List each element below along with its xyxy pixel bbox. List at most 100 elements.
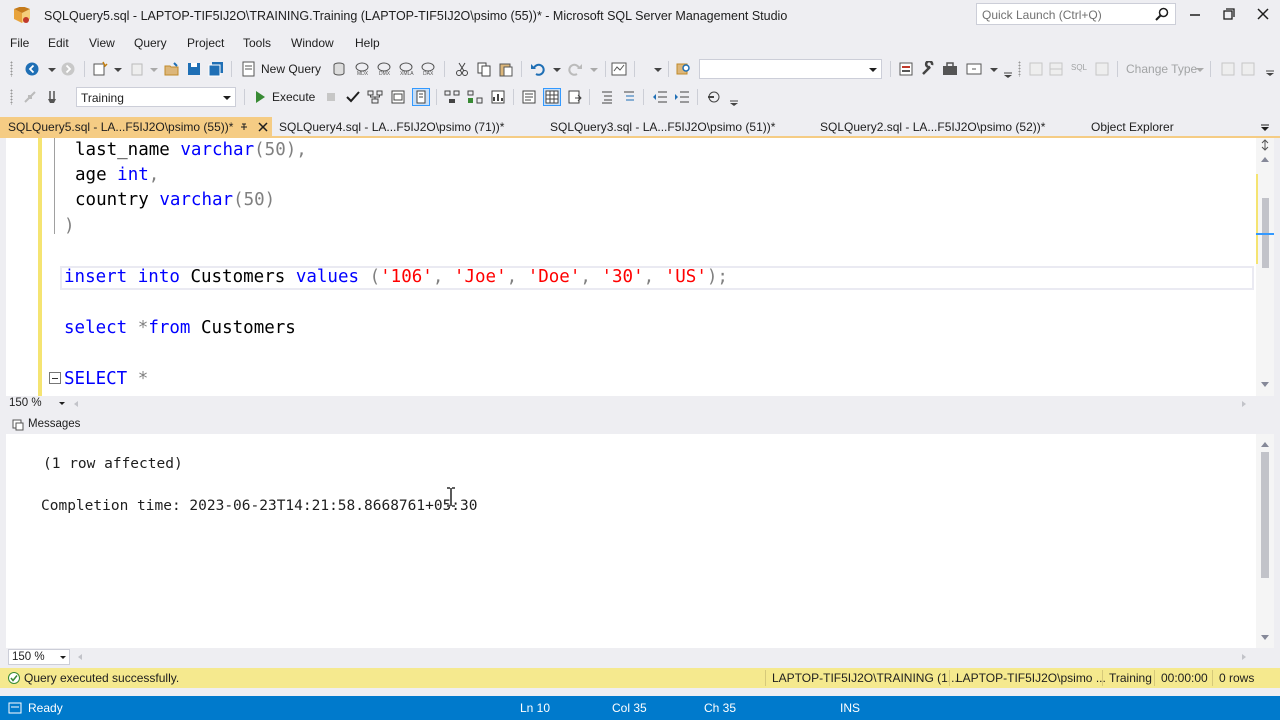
tab-object-explorer[interactable]: Object Explorer (1082, 117, 1218, 137)
results-zoom-select[interactable]: 150 % (8, 649, 70, 665)
tab-sqlquery5[interactable]: SQLQuery5.sql - LA...F5IJ2O\psimo (55))* (0, 117, 272, 137)
back-icon[interactable] (24, 61, 40, 77)
code-line-insert: insert into Customers values ('106', 'Jo… (64, 267, 728, 287)
cut-icon[interactable] (454, 61, 470, 77)
dax-query-icon[interactable]: DAX (420, 61, 436, 77)
window-layout-icon[interactable] (966, 61, 982, 77)
menu-project[interactable]: Project (187, 36, 224, 50)
menu-window[interactable]: Window (291, 36, 334, 50)
menu-file[interactable]: File (10, 36, 29, 50)
editor-zoom-select[interactable]: 150 % (6, 396, 68, 412)
close-icon[interactable] (1248, 4, 1278, 24)
scroll-left-icon[interactable] (72, 400, 80, 408)
dropdown-arrow-icon[interactable] (650, 61, 666, 77)
display-plan-icon[interactable] (367, 89, 383, 105)
paste-icon[interactable] (498, 61, 514, 77)
close-tab-icon[interactable] (257, 121, 269, 133)
activity-monitor-icon[interactable] (611, 61, 627, 77)
results-to-text-icon[interactable] (521, 89, 537, 105)
minimize-icon[interactable] (1180, 4, 1210, 24)
database-query-icon[interactable] (332, 61, 348, 77)
results-to-grid-icon[interactable] (543, 88, 561, 106)
svg-text:MDX: MDX (357, 71, 369, 77)
toolbar-grip[interactable] (10, 61, 13, 77)
mdx-query-icon[interactable]: MDX (354, 61, 370, 77)
toolbar-overflow-icon[interactable] (1262, 61, 1278, 77)
available-databases-select[interactable]: Training (76, 87, 236, 107)
scroll-down-icon[interactable] (1259, 380, 1271, 390)
live-statistics-icon[interactable] (467, 89, 483, 105)
query-options-icon[interactable] (390, 89, 406, 105)
find-in-files-icon[interactable] (676, 61, 692, 77)
sql-pane-icon: SQL (1071, 63, 1088, 72)
scroll-right-icon[interactable] (1240, 653, 1248, 661)
query-editor[interactable]: last_name varchar(50), age int, country … (6, 138, 1256, 396)
scroll-right-icon[interactable] (1240, 400, 1248, 408)
scroll-left-icon[interactable] (76, 653, 84, 661)
find-combo[interactable] (699, 59, 882, 79)
menu-tools[interactable]: Tools (243, 36, 271, 50)
tab-sqlquery4[interactable]: SQLQuery4.sql - LA...F5IJ2O\psimo (71))* (272, 117, 542, 137)
save-icon[interactable] (186, 61, 202, 77)
client-statistics-icon[interactable] (490, 89, 506, 105)
messages-vertical-scrollbar[interactable] (1256, 434, 1274, 648)
quick-launch-input[interactable]: Quick Launch (Ctrl+Q) (976, 3, 1176, 25)
editor-vertical-scrollbar[interactable] (1256, 138, 1274, 396)
menu-help[interactable]: Help (355, 36, 380, 50)
toolbox-icon[interactable] (942, 61, 958, 77)
execute-button[interactable]: Execute (272, 90, 315, 104)
scroll-down-icon[interactable] (1259, 633, 1271, 643)
actual-plan-icon[interactable] (444, 89, 460, 105)
tab-sqlquery3[interactable]: SQLQuery3.sql - LA...F5IJ2O\psimo (51))* (542, 117, 812, 137)
parse-checkmark-icon[interactable] (345, 89, 361, 105)
specify-template-values-icon[interactable] (706, 89, 722, 105)
messages-pane[interactable]: (1 row affected) Completion time: 2023-0… (6, 434, 1256, 648)
code-line-select-star: SELECT * (64, 369, 149, 389)
save-all-icon[interactable] (208, 61, 224, 77)
tab-overflow-icon[interactable] (1258, 120, 1272, 134)
scroll-thumb[interactable] (1261, 452, 1269, 578)
properties-wrench-icon[interactable] (920, 61, 936, 77)
undo-icon[interactable] (530, 61, 546, 77)
toolbar-grip[interactable] (1018, 61, 1021, 77)
scroll-up-icon[interactable] (1259, 154, 1271, 164)
restore-icon[interactable] (1214, 4, 1244, 24)
copy-icon[interactable] (476, 61, 492, 77)
open-file-icon[interactable] (164, 61, 180, 77)
intellisense-enabled-icon[interactable] (412, 88, 430, 106)
toolbar-separator (84, 61, 85, 77)
dropdown-arrow-icon[interactable] (549, 61, 565, 77)
scroll-up-icon[interactable] (1259, 439, 1271, 449)
comment-out-icon[interactable] (598, 89, 614, 105)
pin-icon[interactable] (238, 121, 250, 133)
code-line: age int, (75, 165, 160, 185)
toolbar-separator (1210, 61, 1211, 77)
uncomment-icon[interactable] (620, 89, 636, 105)
tab-sqlquery2[interactable]: SQLQuery2.sql - LA...F5IJ2O\psimo (52))* (812, 117, 1082, 137)
menu-edit[interactable]: Edit (48, 36, 69, 50)
verify-sql-icon (1221, 62, 1235, 76)
dropdown-arrow-icon[interactable] (44, 61, 60, 77)
results-to-file-icon[interactable] (567, 89, 583, 105)
toolbar-overflow-icon[interactable] (726, 91, 742, 107)
menu-view[interactable]: View (89, 36, 115, 50)
split-icon[interactable] (1259, 139, 1271, 151)
status-separator (1212, 670, 1213, 686)
change-connection-icon[interactable] (46, 89, 62, 105)
toolbar-grip[interactable] (10, 89, 13, 105)
toolbar-separator (634, 61, 635, 77)
new-project-icon[interactable] (92, 61, 108, 77)
decrease-indent-icon[interactable] (652, 89, 668, 105)
execute-icon[interactable] (252, 89, 268, 105)
new-query-icon[interactable] (241, 61, 257, 77)
menu-query[interactable]: Query (134, 36, 167, 50)
collapse-toggle-icon[interactable] (49, 372, 61, 384)
new-query-button[interactable]: New Query (261, 62, 321, 76)
registered-servers-icon[interactable] (898, 61, 914, 77)
dropdown-arrow-icon[interactable] (110, 61, 126, 77)
tab-messages[interactable]: Messages (6, 416, 80, 434)
toolbar-overflow-icon[interactable] (1000, 63, 1016, 79)
increase-indent-icon[interactable] (674, 89, 690, 105)
xmla-query-icon[interactable]: XMLA (398, 61, 414, 77)
dmx-query-icon[interactable]: DMX (376, 61, 392, 77)
